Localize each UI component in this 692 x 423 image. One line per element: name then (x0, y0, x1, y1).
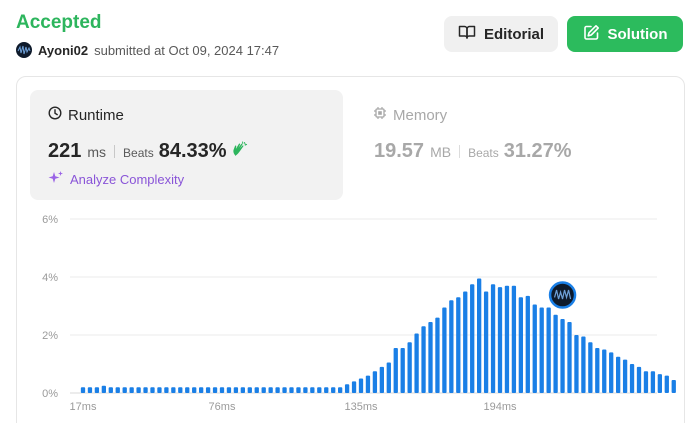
chart-bar[interactable] (212, 387, 218, 393)
chart-bar[interactable] (490, 284, 496, 393)
chart-bar[interactable] (574, 335, 579, 393)
chart-bar[interactable] (616, 356, 621, 393)
chart-bar[interactable] (115, 387, 120, 393)
chart-bar[interactable] (657, 374, 662, 393)
x-tick-label: 194ms (483, 401, 517, 413)
chart-bar[interactable] (372, 371, 378, 393)
chart-bar[interactable] (567, 321, 572, 393)
chart-bar[interactable] (671, 379, 676, 393)
chart-bar[interactable] (449, 300, 454, 393)
chart-bar[interactable] (122, 387, 127, 393)
chart-bar[interactable] (219, 387, 225, 393)
chart-bar[interactable] (483, 291, 489, 394)
chart-bar[interactable] (539, 307, 544, 393)
chart-bar[interactable] (588, 342, 593, 393)
chart-bar[interactable] (254, 387, 259, 393)
chart-bar[interactable] (629, 364, 635, 393)
chart-bar[interactable] (275, 387, 280, 393)
chart-bar[interactable] (185, 387, 190, 393)
chart-bar[interactable] (157, 387, 162, 393)
y-tick-label: 2% (42, 330, 58, 342)
chart-bar[interactable] (525, 295, 530, 393)
chart-bar[interactable] (581, 336, 586, 393)
chart-bar[interactable] (442, 307, 447, 393)
chart-bar[interactable] (518, 297, 523, 393)
chart-bar[interactable] (324, 387, 329, 393)
chart-bar[interactable] (310, 387, 315, 393)
chart-bar[interactable] (421, 326, 426, 393)
y-tick-label: 4% (42, 272, 58, 284)
chart-bar[interactable] (497, 287, 503, 393)
chart-bar[interactable] (87, 387, 93, 393)
chart-bar[interactable] (150, 387, 155, 393)
chart-bar[interactable] (344, 384, 350, 393)
chart-bar[interactable] (636, 366, 642, 393)
chart-bar[interactable] (247, 387, 252, 393)
chart-bar[interactable] (414, 333, 419, 393)
chart-bar[interactable] (261, 387, 266, 393)
chart-bar[interactable] (643, 371, 649, 393)
x-tick-label: 17ms (70, 401, 97, 413)
chart-bar[interactable] (504, 285, 510, 393)
chart-bar[interactable] (463, 291, 468, 394)
chart-bar[interactable] (101, 385, 106, 393)
chart-bar[interactable] (282, 387, 287, 393)
chart-bar[interactable] (595, 348, 600, 393)
chart-bar[interactable] (560, 319, 565, 393)
chart-bar[interactable] (199, 387, 204, 393)
chart-bar[interactable] (171, 387, 176, 393)
chart-bar[interactable] (296, 387, 301, 393)
chart-bar[interactable] (379, 366, 384, 393)
chart-bar[interactable] (456, 297, 461, 393)
chart-bar[interactable] (470, 284, 475, 393)
chart-bar[interactable] (303, 387, 308, 393)
chart-bar[interactable] (351, 381, 357, 393)
chart-bar[interactable] (226, 387, 232, 393)
chart-bar[interactable] (80, 387, 86, 393)
chart-bar[interactable] (511, 285, 517, 393)
y-tick-label: 6% (42, 214, 58, 226)
y-tick-label: 0% (42, 388, 58, 400)
chart-bar[interactable] (622, 359, 628, 393)
chart-bar[interactable] (532, 304, 537, 393)
chart-bar[interactable] (331, 387, 336, 393)
x-tick-label: 135ms (344, 401, 378, 413)
chart-bar[interactable] (546, 307, 551, 393)
runtime-distribution-chart[interactable]: 0% 2% 4% 6% 17ms 76ms 135ms 194ms (0, 0, 692, 423)
chart-bar[interactable] (108, 387, 113, 393)
chart-bar[interactable] (358, 378, 364, 394)
chart-bar[interactable] (205, 387, 211, 393)
chart-bar[interactable] (650, 371, 656, 393)
chart-bar[interactable] (233, 387, 239, 393)
chart-bar[interactable] (94, 387, 100, 393)
chart-bar[interactable] (435, 317, 440, 393)
chart-bar[interactable] (407, 342, 412, 393)
chart-bar[interactable] (386, 362, 391, 393)
chart-bar[interactable] (664, 375, 669, 393)
chart-bar[interactable] (477, 278, 482, 393)
chart-bar[interactable] (268, 387, 273, 393)
chart-bar[interactable] (602, 349, 607, 394)
chart-bar[interactable] (289, 387, 294, 393)
chart-bar[interactable] (192, 387, 197, 393)
chart-bar[interactable] (240, 387, 245, 393)
chart-bar[interactable] (178, 387, 183, 393)
chart-bar[interactable] (136, 387, 141, 393)
chart-bar[interactable] (393, 348, 398, 393)
chart-bar[interactable] (365, 375, 371, 393)
chart-bar[interactable] (400, 348, 405, 393)
chart-bar[interactable] (553, 314, 558, 393)
user-position-avatar[interactable] (548, 281, 577, 309)
chart-bar[interactable] (609, 352, 614, 393)
x-tick-label: 76ms (209, 401, 236, 413)
chart-bar[interactable] (164, 387, 169, 393)
submission-result-page: Accepted Ayoni02 submitted at Oct 09, 20… (0, 0, 692, 423)
chart-bar[interactable] (428, 321, 433, 393)
chart-bar[interactable] (338, 387, 343, 393)
chart-bar[interactable] (143, 387, 148, 393)
chart-bar[interactable] (129, 387, 134, 393)
chart-bar[interactable] (317, 387, 322, 393)
